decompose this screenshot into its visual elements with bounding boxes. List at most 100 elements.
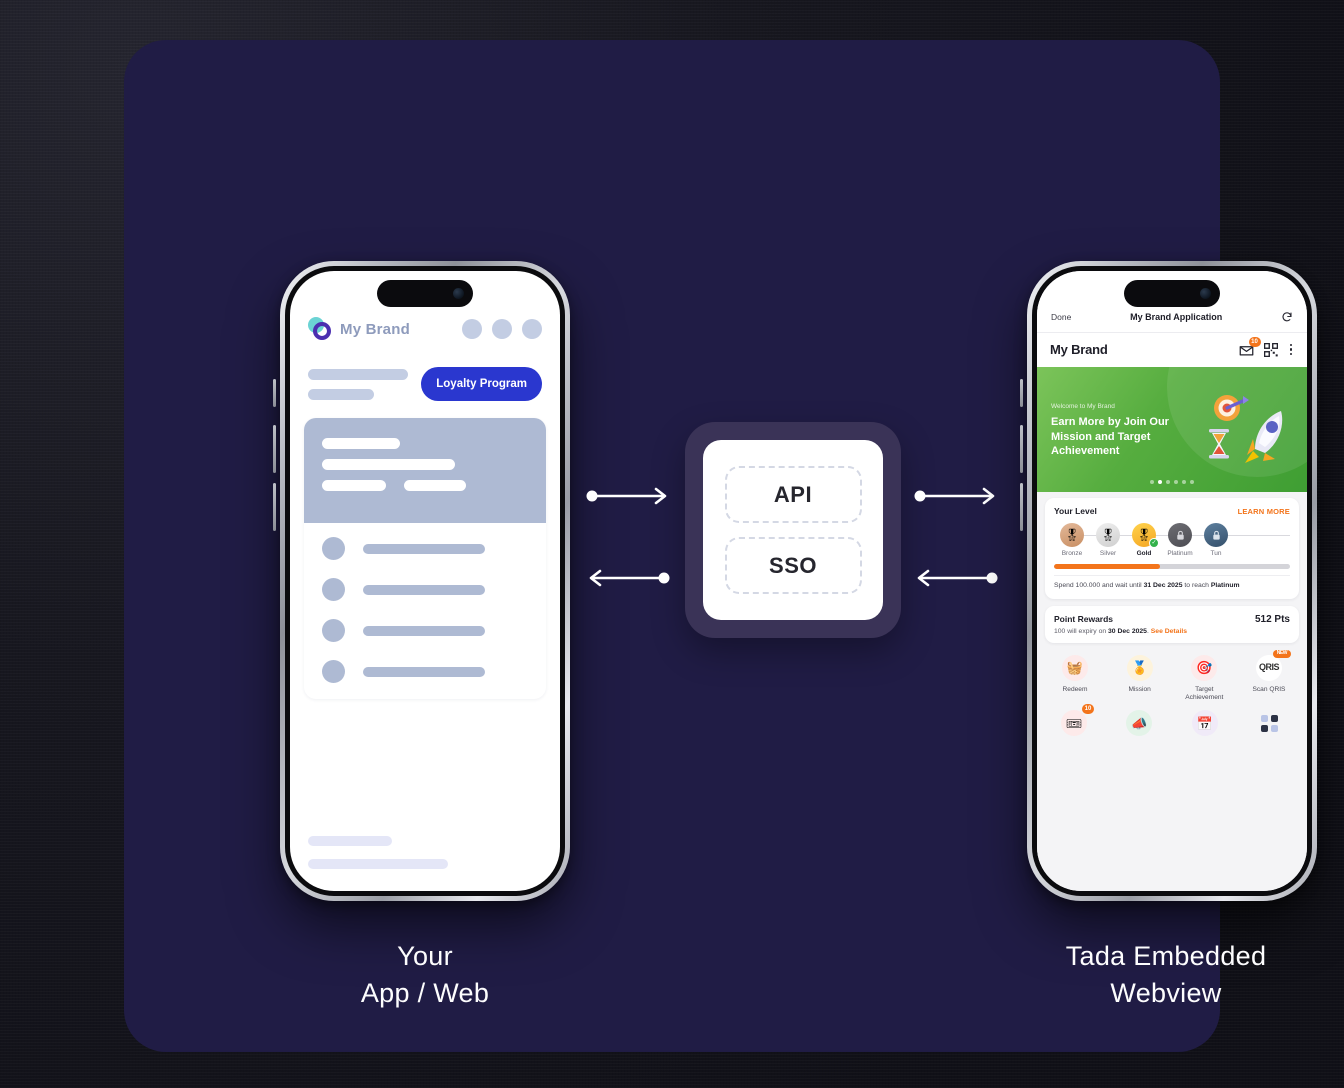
points-title: Point Rewards [1054, 613, 1114, 624]
your-level-card: Your Level LEARN MORE 🎖 Bronze 🎖 Silver … [1045, 498, 1299, 599]
left-title-placeholders [308, 368, 408, 400]
medal-icon: 🎖 [1096, 523, 1120, 547]
level-note-date: 31 Dec 2025 [1143, 582, 1183, 589]
left-caption-line2: App / Web [360, 977, 490, 1008]
right-phone-screen: Done My Brand Application My Brand 10 We… [1037, 271, 1307, 891]
front-camera-icon [453, 288, 464, 299]
placeholder-circle-icon[interactable] [462, 319, 482, 339]
phone-mute-switch [273, 379, 276, 407]
diagram-canvas: My Brand Loyalty Program API SSO Done My… [0, 0, 1344, 1088]
banner-illustration [1209, 395, 1283, 463]
right-caption-line1: Tada Embedded [1065, 941, 1267, 971]
left-card-list [304, 523, 546, 699]
tier-label: Silver [1099, 550, 1117, 557]
mail-icon[interactable]: 10 [1239, 337, 1261, 356]
level-card-title: Your Level [1054, 506, 1097, 516]
phone-volume-down [273, 483, 276, 531]
point-rewards-card[interactable]: Point Rewards 512 Pts 100 will expiry on… [1045, 605, 1299, 643]
list-item[interactable] [322, 660, 528, 683]
right-phone-mockup: Done My Brand Application My Brand 10 We… [1020, 261, 1317, 901]
medal-icon: 🎖 ✓ [1132, 523, 1159, 548]
front-camera-icon [1200, 288, 1211, 299]
avatar [322, 619, 345, 642]
learn-more-link[interactable]: LEARN MORE [1238, 507, 1290, 516]
action-scan-qris[interactable]: QRIS NEW Scan QRIS [1245, 649, 1293, 702]
points-value: 512 Pts [1254, 613, 1290, 625]
app-bar-icons: 10 [1239, 337, 1295, 357]
level-progress-bar [1054, 564, 1290, 569]
app-brand-name: My Brand [1050, 342, 1108, 357]
kebab-menu-icon[interactable] [1288, 343, 1295, 356]
placeholder-circle-icon[interactable] [492, 319, 512, 339]
avatar [322, 537, 345, 560]
see-details-link[interactable]: See Details [1151, 628, 1187, 635]
voucher-icon[interactable]: 🎟 10 [1061, 704, 1094, 737]
app-bar: My Brand 10 [1037, 333, 1307, 367]
tier-gold[interactable]: 🎖 ✓ Gold [1126, 523, 1162, 557]
action-label: Redeem [1062, 685, 1088, 693]
integration-box: API SSO [685, 422, 901, 638]
level-note-middle: to reach [1182, 582, 1211, 589]
target-icon: 🎯 [1191, 654, 1218, 681]
api-pill[interactable]: API [724, 466, 862, 523]
phone-volume-up [273, 425, 276, 473]
arrow-left-to-box [586, 486, 670, 506]
tier-label: Tun [1210, 550, 1222, 557]
promo-banner[interactable]: Welcome to My Brand Earn More by Join Ou… [1037, 367, 1307, 492]
level-note-tier: Platinum [1210, 582, 1240, 589]
basket-icon: 🧺 [1062, 654, 1088, 681]
list-item[interactable] [322, 537, 528, 560]
left-title-row: Loyalty Program [304, 367, 546, 401]
tier-platinum[interactable]: Platinum [1162, 523, 1198, 557]
action-label: Target Achievement [1185, 685, 1224, 702]
phone-volume-up [1020, 425, 1023, 473]
calendar-icon[interactable]: 📅 [1191, 710, 1218, 737]
list-item[interactable] [322, 619, 528, 642]
tier-track: 🎖 Bronze 🎖 Silver 🎖 ✓ Gold Platinum Tun [1054, 523, 1290, 557]
left-phone-screen: My Brand Loyalty Program [290, 271, 560, 891]
webview-title: My Brand Application [1130, 312, 1223, 322]
qr-code-icon[interactable] [1263, 342, 1278, 357]
done-button[interactable]: Done [1051, 312, 1071, 322]
placeholder-circle-icon[interactable] [522, 319, 542, 339]
arrow-box-to-left [586, 568, 670, 588]
banner-carousel-dots[interactable] [1037, 480, 1307, 484]
secondary-actions-row: 🎟 10 📣 📅 [1045, 702, 1299, 737]
grid-menu-icon[interactable] [1257, 710, 1283, 736]
points-note-prefix: 100 will expiry on [1054, 627, 1109, 635]
integration-box-inner: API SSO [703, 440, 883, 620]
tier-label: Platinum [1167, 550, 1193, 557]
sso-pill[interactable]: SSO [724, 537, 862, 594]
list-item[interactable] [322, 578, 528, 601]
medal-icon: 🎖 [1060, 523, 1084, 547]
action-mission[interactable]: 🏅 Mission [1116, 654, 1164, 702]
loyalty-program-button[interactable]: Loyalty Program [421, 367, 542, 401]
tier-label: Gold [1136, 550, 1152, 557]
left-card-hero [304, 418, 546, 523]
tier-label: Bronze [1061, 550, 1083, 557]
action-label: Mission [1128, 685, 1151, 693]
level-note-prefix: Spend 100.000 and wait until [1054, 582, 1144, 589]
main-panel: My Brand Loyalty Program API SSO Done My… [124, 40, 1317, 1052]
tier-silver[interactable]: 🎖 Silver [1090, 523, 1126, 557]
announcement-icon[interactable]: 📣 [1126, 710, 1153, 737]
left-caption-line1: Your [397, 941, 453, 971]
tier-bronze[interactable]: 🎖 Bronze [1054, 523, 1090, 557]
brand-circles-logo [308, 317, 332, 341]
action-target-achievement[interactable]: 🎯 Target Achievement [1180, 654, 1228, 702]
refresh-icon[interactable] [1281, 311, 1293, 323]
left-brand-name: My Brand [340, 320, 410, 338]
new-badge: NEW [1272, 649, 1291, 658]
arrow-right-to-box [914, 568, 998, 588]
right-caption-line2: Webview [1110, 977, 1222, 1008]
tier-tungsten[interactable]: Tun [1198, 523, 1234, 557]
qris-glyph: QRIS [1258, 662, 1280, 673]
left-footer-placeholders [304, 836, 546, 891]
quick-actions-row: 🧺 Redeem 🏅 Mission 🎯 Target Achievement [1045, 649, 1299, 702]
avatar [322, 660, 345, 683]
mission-medal-icon: 🏅 [1126, 654, 1153, 681]
phone-notch [1124, 280, 1220, 307]
phone-mute-switch [1020, 379, 1023, 407]
phone-bezel: My Brand Loyalty Program [285, 266, 565, 896]
action-redeem[interactable]: 🧺 Redeem [1051, 654, 1099, 702]
